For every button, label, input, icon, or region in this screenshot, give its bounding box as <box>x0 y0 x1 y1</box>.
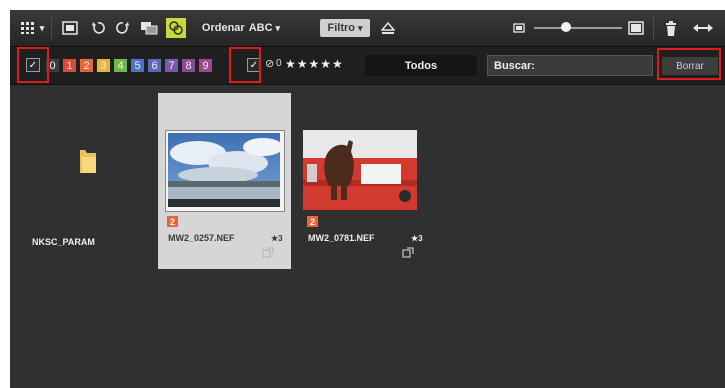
fullscreen-view-button[interactable] <box>60 18 80 38</box>
zoom-in-button[interactable] <box>626 18 646 38</box>
app-window: ▾ Ordenar ABC ▾ Filtro ▾ ✓ 0 1 2 3 4 5 6… <box>10 10 725 388</box>
search-label: Buscar: <box>494 60 535 72</box>
label-badge: 2 <box>167 216 178 227</box>
filter-label: Filtro <box>327 22 355 34</box>
star-rating-filter[interactable]: ★★★★★ <box>285 57 344 71</box>
single-view-icon <box>62 21 78 35</box>
divider <box>653 16 654 40</box>
zoom-slider-handle[interactable] <box>561 22 571 32</box>
edit-status-icon <box>402 247 414 258</box>
thumbnail-frame <box>303 130 417 210</box>
label-filter-7[interactable]: 7 <box>164 58 179 73</box>
folder-icon <box>80 150 96 173</box>
trash-icon <box>666 20 676 36</box>
large-thumbnail-icon <box>628 21 644 35</box>
thumbnail-frame <box>165 130 285 212</box>
chevron-down-icon: ▾ <box>39 22 45 33</box>
label-badge: 2 <box>307 216 318 227</box>
compare-icon <box>141 22 158 35</box>
thumbnail-item-selected[interactable]: 2 MW2_0257.NEF ★3 <box>158 93 291 269</box>
toolbar: ▾ Ordenar ABC ▾ Filtro ▾ <box>10 10 725 47</box>
filter-dropdown[interactable]: Filtro ▾ <box>320 19 370 37</box>
eject-button[interactable] <box>378 18 398 38</box>
rotate-right-button[interactable] <box>113 18 133 38</box>
rating-value: ★3 <box>411 234 423 243</box>
label-filter-8[interactable]: 8 <box>181 58 196 73</box>
zoom-slider-track[interactable] <box>534 27 622 29</box>
divider <box>51 16 52 40</box>
sort-dropdown[interactable]: Ordenar ABC ▾ <box>196 18 286 38</box>
rotate-left-icon <box>92 22 105 34</box>
rating-value: ★3 <box>271 234 283 243</box>
label-filter-2[interactable]: 2 <box>79 58 94 73</box>
chevron-down-icon: ▾ <box>357 22 363 33</box>
small-thumbnail-icon <box>513 23 525 33</box>
label-filter-3[interactable]: 3 <box>96 58 111 73</box>
delete-button[interactable] <box>662 18 680 38</box>
filter-bar: ✓ 0123456789 ✓ ⊘ 0 ★★★★★ Todos Buscar: B… <box>10 47 725 85</box>
sort-value: ABC <box>248 22 273 34</box>
label-filter-toggle[interactable] <box>165 18 187 38</box>
all-button[interactable]: Todos <box>365 55 477 76</box>
eject-icon <box>381 21 395 34</box>
grid-icon <box>20 22 34 34</box>
sort-label: Ordenar <box>201 22 245 34</box>
left-right-arrows-icon <box>693 24 713 32</box>
reject-icon[interactable]: ⊘ <box>265 57 274 70</box>
label-filter-6[interactable]: 6 <box>147 58 162 73</box>
label-filter-5[interactable]: 5 <box>130 58 145 73</box>
label-filter-9[interactable]: 9 <box>198 58 213 73</box>
tag-icon <box>166 18 186 38</box>
file-name: MW2_0257.NEF <box>168 233 235 243</box>
rotate-right-icon <box>116 22 129 34</box>
label-filter-4[interactable]: 4 <box>113 58 128 73</box>
thumbnail-browser: NKSC_PARAM 2 MW2_0257.NEF ★3 2 MW2_0781.… <box>10 85 725 388</box>
edit-status-icon <box>262 247 274 258</box>
label-filter-1[interactable]: 1 <box>62 58 77 73</box>
thumbnail-item[interactable]: 2 MW2_0781.NEF ★3 <box>298 93 431 269</box>
compare-button[interactable] <box>138 18 160 38</box>
zoom-out-button[interactable] <box>512 18 526 38</box>
grid-view-button[interactable]: ▾ <box>18 18 46 38</box>
expand-panel-button[interactable] <box>690 18 716 38</box>
chevron-down-icon: ▾ <box>275 22 281 33</box>
rotate-left-button[interactable] <box>88 18 108 38</box>
highlight-box-clear-button <box>657 48 721 80</box>
highlight-box-rating-checkbox <box>229 47 261 83</box>
rating-zero[interactable]: 0 <box>276 58 282 69</box>
folder-item[interactable]: NKSC_PARAM <box>22 125 142 255</box>
highlight-box-labels-checkbox <box>17 47 49 83</box>
search-input[interactable] <box>538 58 652 75</box>
landscape-photo <box>168 133 280 207</box>
file-name: MW2_0781.NEF <box>308 233 375 243</box>
folder-name: NKSC_PARAM <box>32 237 95 247</box>
dog-truck-photo <box>303 130 417 210</box>
search-box: Buscar: <box>487 55 653 76</box>
